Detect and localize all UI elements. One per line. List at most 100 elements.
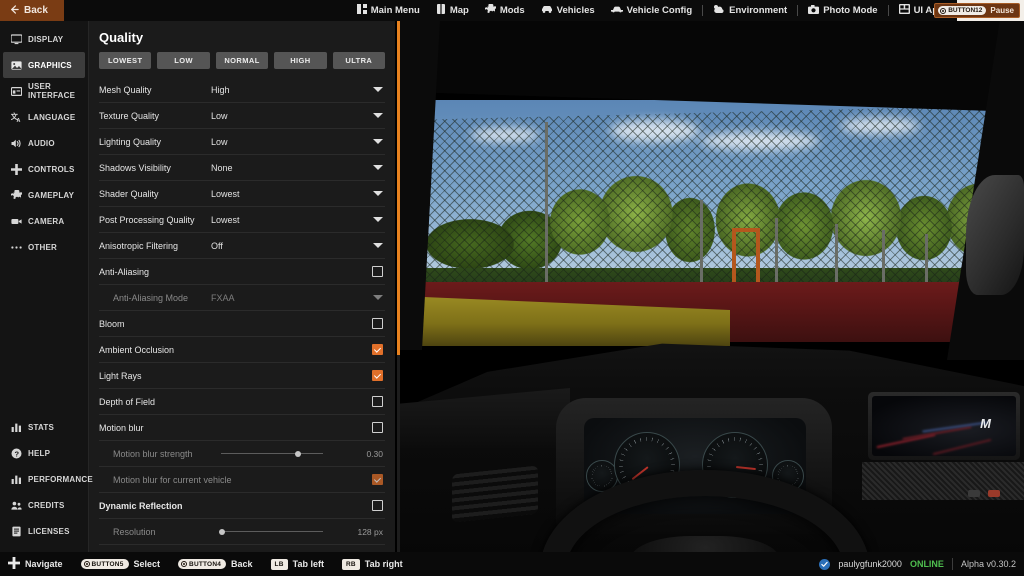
- people-icon: [11, 500, 22, 511]
- setting-row-anti-aliasing-mode[interactable]: Anti-Aliasing Mode FXAA: [99, 285, 385, 311]
- nav-label: Photo Mode: [823, 5, 878, 16]
- setting-row-ambient-occlusion[interactable]: Ambient Occlusion: [99, 337, 385, 363]
- svg-text:A: A: [17, 118, 21, 123]
- setting-row-resolution[interactable]: Resolution 128 px: [99, 519, 385, 545]
- chevron-down-icon[interactable]: [373, 191, 383, 196]
- preset-low-button[interactable]: LOW: [157, 52, 210, 69]
- depth-of-field-checkbox[interactable]: [372, 396, 383, 407]
- sidebar-label: LICENSES: [28, 526, 70, 536]
- nav-vehicle-config[interactable]: Vehicle Config: [603, 0, 700, 21]
- video-icon: [11, 216, 22, 227]
- quality-preset-row: LOWEST LOW NORMAL HIGH ULTRA: [89, 49, 395, 77]
- chevron-down-icon[interactable]: [373, 139, 383, 144]
- sidebar-item-credits[interactable]: CREDITS: [3, 492, 85, 518]
- arrow-left-icon: [10, 4, 19, 17]
- sidebar-item-language[interactable]: 文A LANGUAGE: [3, 104, 85, 130]
- nav-environment[interactable]: Environment: [705, 0, 795, 21]
- sidebar-item-audio[interactable]: AUDIO: [3, 130, 85, 156]
- back-button[interactable]: Back: [0, 0, 64, 21]
- setting-row-bloom[interactable]: Bloom: [99, 311, 385, 337]
- hint-tab-right: RB Tab right: [341, 558, 403, 570]
- nav-mods[interactable]: Mods: [477, 0, 533, 21]
- chevron-down-icon[interactable]: [373, 87, 383, 92]
- bloom-checkbox[interactable]: [372, 318, 383, 329]
- bottom-bar: Navigate BUTTON5 Select BUTTON4 Back LB …: [0, 552, 1024, 576]
- infotainment-display: M: [868, 392, 1020, 460]
- preset-lowest-button[interactable]: LOWEST: [99, 52, 152, 69]
- sidebar-item-help[interactable]: ? HELP: [3, 440, 85, 466]
- nav-main-menu[interactable]: Main Menu: [349, 0, 428, 21]
- sidebar-item-gameplay[interactable]: GAMEPLAY: [3, 182, 85, 208]
- sidebar-item-display[interactable]: DISPLAY: [3, 26, 85, 52]
- setting-row-light-rays[interactable]: Light Rays: [99, 363, 385, 389]
- sidebar-item-performance[interactable]: PERFORMANCE: [3, 466, 93, 492]
- puzzle-icon: [11, 189, 22, 201]
- nav-photo-mode[interactable]: Photo Mode: [800, 0, 885, 21]
- chevron-down-icon[interactable]: [373, 217, 383, 222]
- side-mirror: [966, 175, 1024, 295]
- setting-label: Bloom: [99, 318, 125, 329]
- sidebar-item-camera[interactable]: CAMERA: [3, 208, 85, 234]
- setting-row-texture-quality[interactable]: Texture Quality Low: [99, 103, 385, 129]
- sidebar-item-graphics[interactable]: GRAPHICS: [3, 52, 85, 78]
- setting-row-motion-blur[interactable]: Motion blur: [99, 415, 385, 441]
- gate-top-rail: [732, 228, 760, 232]
- setting-value: Lowest: [211, 188, 240, 199]
- nav-vehicles[interactable]: Vehicles: [533, 0, 603, 21]
- motion-blur-strength-slider[interactable]: 0.30: [211, 441, 385, 467]
- air-vents: [452, 465, 538, 523]
- setting-row-anti-aliasing[interactable]: Anti-Aliasing: [99, 259, 385, 285]
- sidebar-label: HELP: [28, 448, 51, 458]
- pause-indicator[interactable]: BUTTON12 Pause: [934, 3, 1020, 18]
- setting-row-anisotropic-filtering[interactable]: Anisotropic Filtering Off: [99, 233, 385, 259]
- slider-knob[interactable]: [219, 528, 225, 535]
- setting-row-depth-of-field[interactable]: Depth of Field: [99, 389, 385, 415]
- preset-ultra-button[interactable]: ULTRA: [332, 52, 386, 69]
- sidebar-item-user-interface[interactable]: USER INTERFACE: [3, 78, 85, 104]
- document-icon: [11, 526, 22, 537]
- nav-map[interactable]: Map: [428, 0, 477, 21]
- resolution-slider[interactable]: 128 px: [211, 519, 385, 545]
- setting-row-dynamic-reflection[interactable]: Dynamic Reflection: [99, 493, 385, 519]
- pause-badge-label: BUTTON12: [948, 7, 983, 14]
- chevron-down-icon[interactable]: [373, 295, 383, 300]
- setting-value: Low: [211, 110, 228, 121]
- chevron-down-icon[interactable]: [373, 243, 383, 248]
- nav-label: Mods: [499, 5, 525, 16]
- setting-row-lighting-quality[interactable]: Lighting Quality Low: [99, 129, 385, 155]
- setting-row-motion-blur-strength[interactable]: Motion blur strength 0.30: [99, 441, 385, 467]
- slider-knob[interactable]: [295, 450, 301, 457]
- bar-chart-icon: [11, 422, 22, 433]
- sidebar-item-licenses[interactable]: LICENSES: [3, 518, 85, 544]
- light-rays-checkbox[interactable]: [372, 370, 383, 381]
- setting-row-mesh-quality[interactable]: Mesh Quality High: [99, 77, 385, 103]
- sidebar-item-stats[interactable]: STATS: [3, 414, 85, 440]
- setting-row-shader-quality[interactable]: Shader Quality Lowest: [99, 181, 385, 207]
- setting-value: FXAA: [211, 292, 235, 303]
- camera-icon: [808, 4, 820, 17]
- motion-blur-checkbox[interactable]: [372, 422, 383, 433]
- scrollbar-thumb[interactable]: [397, 21, 400, 355]
- setting-row-shadows-visibility[interactable]: Shadows Visibility None: [99, 155, 385, 181]
- preset-normal-button[interactable]: NORMAL: [215, 52, 269, 69]
- setting-label: Texture Quality: [99, 110, 160, 121]
- sidebar-label: GAMEPLAY: [28, 190, 75, 200]
- nav-separator: [797, 5, 799, 16]
- bar-chart-icon: [11, 474, 22, 485]
- anti-aliasing-checkbox[interactable]: [372, 266, 383, 277]
- hint-label: Back: [231, 559, 253, 569]
- chevron-down-icon[interactable]: [373, 165, 383, 170]
- preset-high-button[interactable]: HIGH: [274, 52, 327, 69]
- sidebar-item-other[interactable]: OTHER: [3, 234, 85, 260]
- window-icon: [11, 86, 22, 97]
- sidebar-item-controls[interactable]: CONTROLS: [3, 156, 85, 182]
- ambient-occlusion-checkbox[interactable]: [372, 344, 383, 355]
- dynamic-reflection-checkbox[interactable]: [372, 500, 383, 511]
- setting-label: Lighting Quality: [99, 136, 162, 147]
- motion-blur-current-vehicle-checkbox[interactable]: [372, 474, 383, 485]
- settings-scrollbar[interactable]: [397, 21, 400, 552]
- setting-row-motion-blur-current-vehicle[interactable]: Motion blur for current vehicle: [99, 467, 385, 493]
- setting-row-post-processing-quality[interactable]: Post Processing Quality Lowest: [99, 207, 385, 233]
- sidebar-label: USER INTERFACE: [28, 82, 76, 100]
- chevron-down-icon[interactable]: [373, 113, 383, 118]
